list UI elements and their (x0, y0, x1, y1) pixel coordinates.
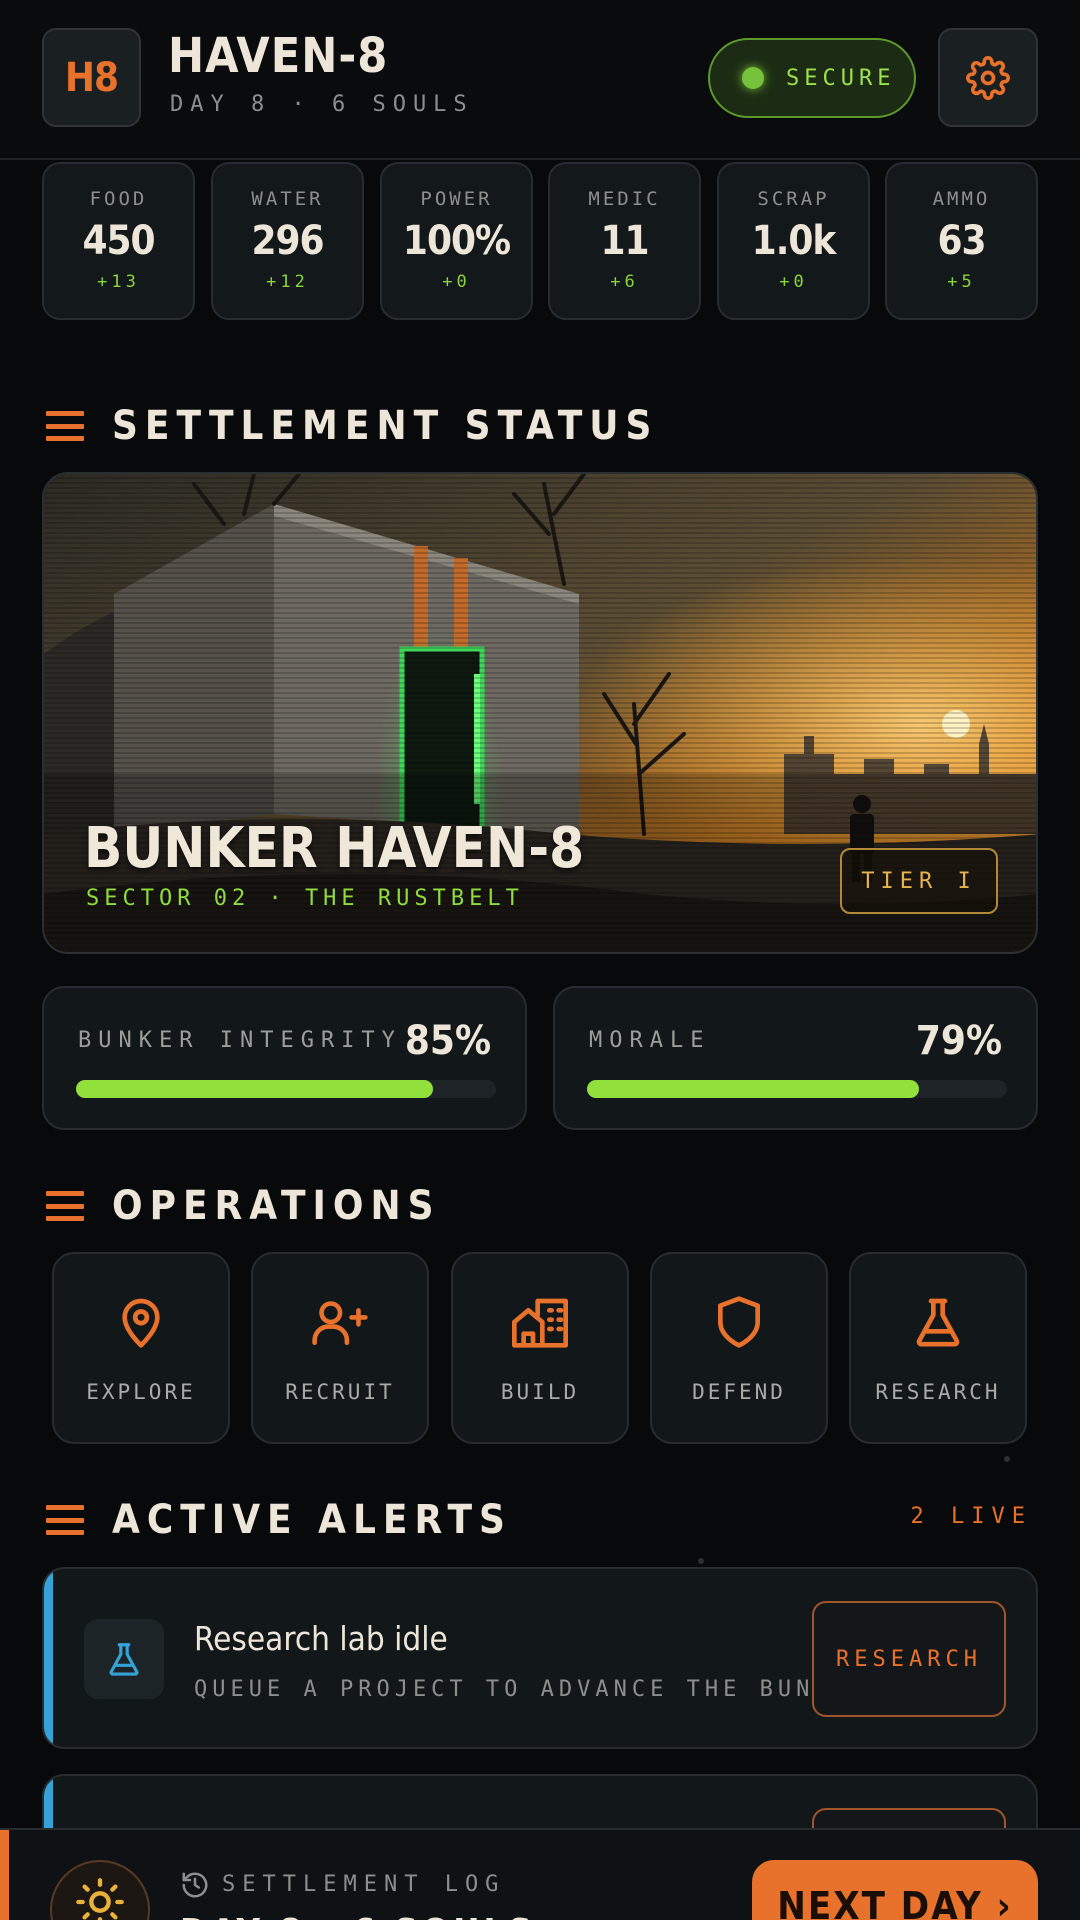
resource-label: MEDIC (588, 188, 661, 210)
history-clock-icon (182, 1872, 208, 1898)
section-title: OPERATIONS (112, 1183, 441, 1229)
section-title: SETTLEMENT STATUS (112, 403, 659, 449)
resource-card-water[interactable]: WATER 296 +12 (211, 162, 364, 320)
section-heading-operations: OPERATIONS (46, 1183, 441, 1229)
shield-icon (718, 1296, 760, 1348)
defend-button[interactable]: DEFEND (650, 1252, 828, 1444)
dust-speck (698, 1558, 704, 1564)
settlement-title: HAVEN-8 (168, 28, 389, 84)
resource-card-ammo[interactable]: AMMO 63 +5 (885, 162, 1038, 320)
menu-lines-icon (46, 1505, 84, 1535)
resource-label: SCRAP (757, 188, 830, 210)
resource-value: 63 (937, 218, 986, 264)
bottom-action-bar: SETTLEMENT LOG DAY 8 · 6 SOULS NEXT DAY … (0, 1828, 1080, 1920)
bottom-accent-bar (0, 1830, 9, 1920)
secure-status-pill[interactable]: SECURE (708, 38, 916, 118)
resource-delta: +0 (442, 272, 471, 292)
menu-lines-icon (46, 1191, 84, 1221)
user-plus-icon (312, 1301, 368, 1346)
build-button[interactable]: BUILD (451, 1252, 629, 1444)
dust-speck (1004, 1456, 1010, 1462)
section-heading-alerts: ACTIVE ALERTS (46, 1497, 512, 1543)
recruit-button[interactable]: RECRUIT (251, 1252, 429, 1444)
settlement-log-label: SETTLEMENT LOG (222, 1872, 506, 1897)
menu-lines-icon (46, 411, 84, 441)
resource-value: 1.0k (751, 218, 837, 264)
flask-icon (916, 1298, 960, 1347)
resource-label: FOOD (89, 188, 148, 210)
operation-label: BUILD (500, 1380, 580, 1404)
meter-label: BUNKER INTEGRITY (78, 1028, 402, 1053)
resource-delta: +12 (266, 272, 309, 292)
alert-detail: QUEUE A PROJECT TO ADVANCE THE BUNKER (194, 1677, 870, 1702)
next-day-button[interactable]: NEXT DAY › (752, 1860, 1038, 1920)
resource-label: WATER (251, 188, 324, 210)
settlement-subtitle: DAY 8 · 6 SOULS (170, 92, 474, 117)
resource-card-power[interactable]: POWER 100% +0 (380, 162, 533, 320)
buildings-icon (512, 1298, 569, 1348)
explore-button[interactable]: EXPLORE (52, 1252, 230, 1444)
operation-label: DEFEND (692, 1380, 786, 1404)
status-dot-icon (742, 67, 764, 89)
resource-value: 11 (600, 218, 649, 264)
alert-severity-bar (44, 1569, 53, 1747)
section-title: ACTIVE ALERTS (112, 1497, 512, 1543)
settings-button[interactable] (938, 28, 1038, 127)
resource-value: 100% (402, 218, 511, 264)
resource-card-scrap[interactable]: SCRAP 1.0k +0 (717, 162, 870, 320)
alert-research-button[interactable]: RESEARCH (812, 1601, 1006, 1717)
operation-label: EXPLORE (86, 1380, 196, 1404)
meter-value: 85% (404, 1018, 491, 1064)
meter-track (76, 1080, 496, 1098)
day-cycle-button[interactable] (50, 1860, 150, 1920)
resource-card-food[interactable]: FOOD 450 +13 (42, 162, 195, 320)
alert-card[interactable]: Research lab idle QUEUE A PROJECT TO ADV… (42, 1567, 1038, 1749)
meter-label: MORALE (589, 1028, 711, 1053)
top-header: H8 HAVEN-8 DAY 8 · 6 SOULS SECURE (0, 0, 1080, 160)
alerts-count: 2 LIVE (910, 1504, 1032, 1529)
resource-delta: +0 (779, 272, 808, 292)
resource-delta: +5 (947, 272, 976, 292)
resource-delta: +6 (610, 272, 639, 292)
gear-icon (966, 55, 1010, 100)
resource-label: POWER (420, 188, 493, 210)
morale-meter: MORALE 79% (553, 986, 1038, 1130)
map-pin-icon (122, 1298, 160, 1348)
tier-badge: TIER I (840, 848, 998, 914)
sun-icon (76, 1878, 124, 1920)
resource-value: 450 (82, 218, 155, 264)
resource-delta: +13 (97, 272, 140, 292)
resource-label: AMMO (932, 188, 991, 210)
alert-icon-tile (84, 1619, 164, 1699)
resource-card-medic[interactable]: MEDIC 11 +6 (548, 162, 701, 320)
hero-title: BUNKER HAVEN-8 (84, 816, 585, 881)
flask-icon (109, 1643, 139, 1676)
meter-fill (587, 1080, 919, 1098)
alert-title: Research lab idle (194, 1619, 448, 1658)
meter-track (587, 1080, 1007, 1098)
meter-fill (76, 1080, 433, 1098)
integrity-meter: BUNKER INTEGRITY 85% (42, 986, 527, 1130)
meter-value: 79% (915, 1018, 1002, 1064)
resource-value: 296 (251, 218, 324, 264)
operation-label: RECRUIT (285, 1380, 395, 1404)
research-button[interactable]: RESEARCH (849, 1252, 1027, 1444)
operation-label: RESEARCH (875, 1380, 1001, 1404)
bunker-hero-card[interactable]: BUNKER HAVEN-8 SECTOR 02 · THE RUSTBELT … (42, 472, 1038, 954)
status-label: SECURE (786, 65, 896, 91)
hero-subtitle: SECTOR 02 · THE RUSTBELT (86, 886, 524, 911)
app-logo: H8 (42, 28, 141, 127)
section-heading-status: SETTLEMENT STATUS (46, 403, 658, 449)
settlement-log-value: DAY 8 · 6 SOULS (180, 1912, 536, 1920)
